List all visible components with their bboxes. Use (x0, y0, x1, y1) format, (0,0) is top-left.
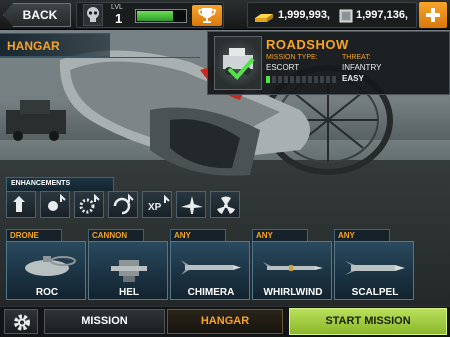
mission-type-label: MISSION TYPE: (266, 54, 318, 61)
difficulty-segment (284, 76, 288, 83)
start-mission-button[interactable]: START MISSION (289, 308, 447, 335)
gold-amount: 1,999,993, (278, 9, 330, 21)
svg-text:XP: XP (148, 202, 162, 213)
enhancement-slot[interactable] (210, 191, 240, 218)
difficulty-segment (296, 76, 300, 83)
difficulty-segment (320, 76, 324, 83)
weapon-category: CANNON (92, 231, 128, 240)
weapon-category-tab: DRONE (6, 229, 62, 241)
gear-icon (14, 314, 30, 331)
weapon-name: HEL (119, 287, 139, 298)
bomb-icon (345, 261, 405, 275)
mission-vehicle-icon (214, 36, 262, 90)
missile-icon (181, 260, 241, 275)
silver-bars-icon (339, 9, 353, 23)
plus-icon (426, 8, 440, 22)
weapon-category: DRONE (10, 231, 39, 240)
difficulty-segment (314, 76, 318, 83)
weapon-card[interactable]: ROC (6, 241, 86, 300)
threat-value: INFANTRY (342, 63, 382, 72)
enhancement-slot[interactable] (40, 191, 70, 218)
currency-panel: 1,999,993, 1,997,136, (247, 2, 417, 28)
header-divider (0, 57, 200, 58)
enhancement-slot[interactable] (108, 191, 138, 218)
burst-up-icon (48, 193, 66, 211)
xp-progress-bar (135, 9, 187, 23)
difficulty-segment (266, 76, 270, 83)
weapon-category-tab: CANNON (88, 229, 144, 241)
level-label: LVL (111, 4, 123, 11)
difficulty-segment (308, 76, 312, 83)
threat-label: THREAT: (342, 54, 371, 61)
difficulty-meter (266, 76, 340, 83)
rocket-icon (263, 262, 323, 271)
xp-up-icon: XP (148, 194, 170, 213)
difficulty-segment (302, 76, 306, 83)
hangar-tab-button[interactable]: HANGAR (167, 309, 283, 334)
weapon-slot[interactable]: ANY WHIRLWIND (252, 229, 332, 300)
player-profile[interactable]: LVL 1 (76, 2, 224, 28)
weapon-card[interactable]: HEL (88, 241, 168, 300)
rank-up-icon (13, 196, 25, 212)
weapon-name: CHIMERA (187, 287, 235, 298)
weapon-slot[interactable]: ANY SCALPEL (334, 229, 414, 300)
mission-tab-button[interactable]: MISSION (44, 309, 165, 334)
silver-amount: 1,997,136, (356, 9, 408, 21)
weapon-slot[interactable]: ANY CHIMERA (170, 229, 250, 300)
xp-progress-fill (137, 11, 173, 21)
difficulty-segment (278, 76, 282, 83)
weapon-category: ANY (174, 231, 191, 240)
difficulty-segment (332, 76, 336, 83)
level-value: 1 (115, 11, 123, 26)
trophy-icon (198, 8, 216, 23)
gold-bars-icon (255, 14, 273, 22)
weapon-category: ANY (338, 231, 355, 240)
difficulty-segment (290, 76, 294, 83)
weapon-name: WHIRLWIND (263, 287, 323, 298)
hangar-title: HANGAR (7, 39, 60, 53)
enhancement-slot[interactable] (6, 191, 36, 218)
weapon-name: SCALPEL (351, 287, 399, 298)
weapon-slot[interactable]: CANNON HEL (88, 229, 168, 300)
enhancements-header: ENHANCEMENTS (6, 177, 114, 191)
enhancements-title: ENHANCEMENTS (11, 180, 71, 187)
weapon-card[interactable]: CHIMERA (170, 241, 250, 300)
mission-name: ROADSHOW (266, 37, 349, 52)
cannon-icon (111, 260, 147, 282)
difficulty-text: EASY (342, 74, 364, 83)
mission-card[interactable]: ROADSHOW MISSION TYPE: ESCORT THREAT: IN… (207, 31, 450, 95)
weapon-category-tab: ANY (170, 229, 226, 241)
gear-up-icon (79, 193, 100, 214)
weapon-slot[interactable]: DRONE ROC (6, 229, 86, 300)
drone-icon (25, 256, 76, 276)
skull-avatar-icon (83, 4, 103, 26)
weapon-category-tab: ANY (334, 229, 390, 241)
hangar-header: HANGAR (0, 33, 110, 57)
enhancement-slot[interactable] (176, 191, 206, 218)
radiation-icon (217, 196, 235, 214)
trophy-button[interactable] (192, 5, 222, 26)
weapon-category: ANY (256, 231, 273, 240)
difficulty-segment (272, 76, 276, 83)
mission-type-value: ESCORT (266, 63, 300, 72)
reload-up-icon (113, 193, 134, 215)
settings-button[interactable] (4, 309, 38, 334)
enhancement-slot[interactable] (74, 191, 104, 218)
enhancements-row: XP (6, 191, 256, 221)
difficulty-segment (326, 76, 330, 83)
weapon-category-tab: ANY (252, 229, 308, 241)
back-button[interactable]: BACK (3, 3, 71, 27)
aircraft-icon (181, 196, 203, 214)
weapon-name: ROC (35, 287, 59, 298)
weapon-card[interactable]: WHIRLWIND (252, 241, 332, 300)
add-currency-button[interactable] (419, 2, 447, 28)
enhancement-slot[interactable]: XP (142, 191, 172, 218)
weapon-card[interactable]: SCALPEL (334, 241, 414, 300)
